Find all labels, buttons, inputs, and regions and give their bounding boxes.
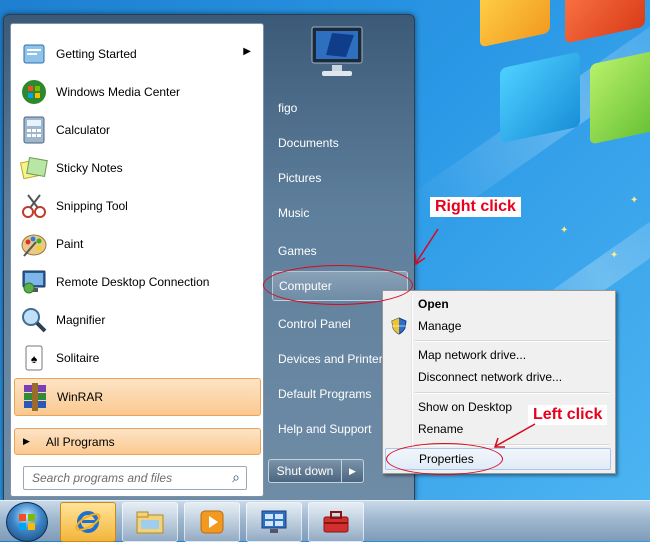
start-menu: Getting Started ▶ Windows Media Center C… [3, 14, 415, 502]
svg-text:♠: ♠ [31, 352, 38, 366]
program-winrar[interactable]: WinRAR [14, 378, 261, 416]
menu-item-disconnect-network-drive[interactable]: Disconnect network drive... [385, 366, 611, 388]
calculator-icon [18, 114, 50, 146]
menu-item-manage[interactable]: Manage [385, 315, 611, 337]
sticky-notes-icon [18, 152, 50, 184]
menu-item-label: Disconnect network drive... [418, 370, 563, 384]
places-label: Default Programs [278, 387, 372, 401]
program-label: Magnifier [56, 313, 106, 327]
places-pictures[interactable]: Pictures [272, 163, 408, 193]
submenu-arrow-icon: ▶ [243, 46, 251, 57]
program-remote-desktop[interactable]: Remote Desktop Connection [14, 264, 259, 300]
menu-item-label: Open [418, 297, 449, 311]
snipping-tool-icon [18, 190, 50, 222]
places-label: Music [278, 206, 310, 220]
solitaire-icon: ♠ [18, 342, 50, 374]
windows-explorer-icon [136, 511, 164, 534]
program-label: Snipping Tool [56, 199, 128, 213]
places-label: Documents [278, 136, 339, 150]
all-programs-button[interactable]: ▶ All Programs [14, 428, 261, 455]
places-label: Control Panel [278, 317, 351, 331]
program-label: Calculator [56, 123, 111, 137]
program-solitaire[interactable]: ♠ Solitaire [14, 340, 259, 376]
program-calculator[interactable]: Calculator [14, 112, 259, 148]
magnifier-icon [18, 304, 50, 336]
places-label: Devices and Printers [278, 352, 389, 366]
shutdown-label: Shut down [276, 464, 334, 478]
all-programs-label: All Programs [45, 434, 115, 449]
menu-item-label: Rename [418, 422, 464, 436]
menu-item-map-network-drive[interactable]: Map network drive... [385, 344, 611, 366]
computer-monitor-icon [306, 25, 368, 79]
network-app-icon [261, 510, 287, 533]
menu-item-open[interactable]: Open [385, 293, 611, 315]
places-games[interactable]: Games [272, 236, 408, 266]
paint-icon [18, 228, 50, 260]
taskbar-media-player[interactable] [184, 502, 240, 542]
search-icon[interactable]: ⌕ [232, 469, 240, 486]
program-windows-media-center[interactable]: Windows Media Center [14, 74, 259, 110]
program-label: Paint [56, 237, 84, 251]
media-player-icon [200, 510, 224, 534]
places-label: Pictures [278, 171, 322, 185]
annotation-arrow-left-click [493, 423, 536, 448]
menu-item-label: Map network drive... [418, 348, 527, 362]
places-label: figo [278, 101, 298, 115]
taskbar [0, 500, 650, 542]
menu-separator [415, 340, 609, 342]
places-label: Help and Support [278, 422, 372, 436]
programs-pane: Getting Started ▶ Windows Media Center C… [10, 23, 264, 497]
taskbar-windows-explorer[interactable] [122, 502, 178, 542]
windows-logo-wallpaper [470, 0, 650, 230]
search-placeholder: Search programs and files [32, 471, 173, 485]
program-snipping-tool[interactable]: Snipping Tool [14, 188, 259, 224]
places-music[interactable]: Music [272, 198, 408, 228]
getting-started-icon [18, 38, 50, 70]
shutdown-control: Shut down ▶ [268, 459, 364, 483]
winrar-icon [19, 381, 51, 413]
program-getting-started[interactable]: Getting Started ▶ [14, 36, 259, 72]
program-paint[interactable]: Paint [14, 226, 259, 262]
remote-desktop-icon [18, 266, 50, 298]
menu-separator [415, 392, 609, 394]
program-magnifier[interactable]: Magnifier [14, 302, 259, 338]
menu-item-label: Manage [418, 319, 462, 333]
internet-explorer-icon [75, 511, 101, 533]
shutdown-button[interactable]: Shut down [269, 460, 342, 482]
highlight-ellipse-computer [263, 265, 413, 305]
highlight-ellipse-properties [386, 443, 503, 475]
start-orb[interactable] [6, 502, 48, 542]
program-label: Getting Started [56, 47, 137, 61]
program-label: WinRAR [57, 390, 104, 404]
program-label: Remote Desktop Connection [56, 275, 210, 289]
annotation-right-click: Right click [430, 197, 521, 217]
taskbar-network-app[interactable] [246, 502, 302, 542]
program-label: Solitaire [56, 351, 100, 365]
program-label: Windows Media Center [56, 85, 181, 99]
annotation-arrow-right-click [414, 228, 439, 266]
places-label: Games [278, 244, 317, 258]
taskbar-internet-explorer[interactable] [60, 502, 116, 542]
taskbar-toolbox-app[interactable] [308, 502, 364, 542]
menu-item-label: Show on Desktop [418, 400, 513, 414]
toolbox-app-icon [323, 511, 349, 533]
places-user-figo[interactable]: figo [272, 93, 408, 123]
program-label: Sticky Notes [56, 161, 123, 175]
expand-arrow-icon: ▶ [23, 436, 30, 446]
shield-icon [391, 317, 407, 335]
places-documents[interactable]: Documents [272, 128, 408, 158]
program-sticky-notes[interactable]: Sticky Notes [14, 150, 259, 186]
media-center-icon [18, 76, 50, 108]
search-input[interactable]: Search programs and files ⌕ [23, 466, 247, 490]
shutdown-options-arrow-icon[interactable]: ▶ [342, 460, 363, 482]
windows-logo-icon [19, 514, 35, 530]
